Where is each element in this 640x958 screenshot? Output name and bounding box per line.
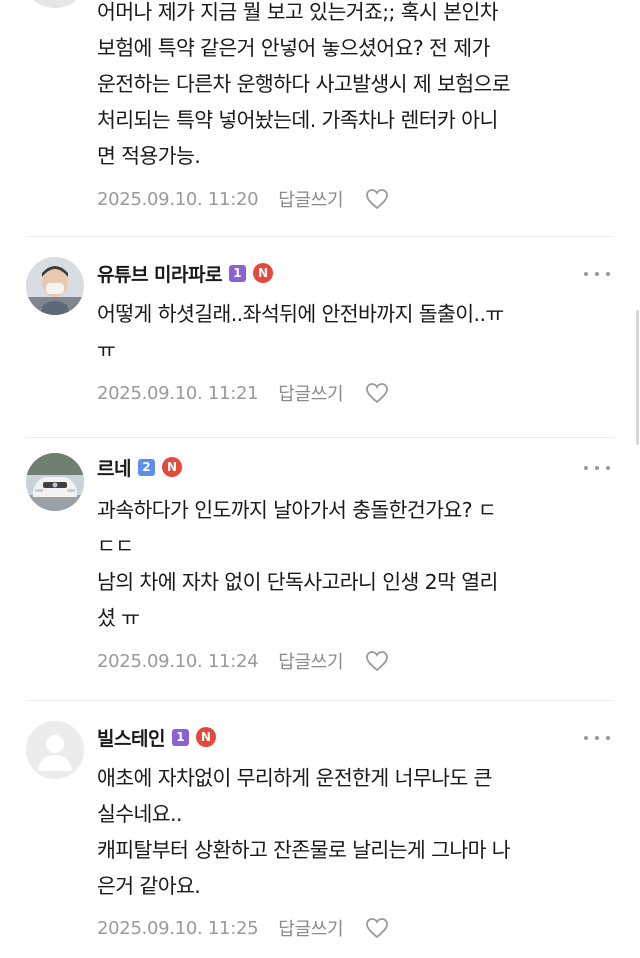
level-badge: 1 xyxy=(171,728,189,746)
comment-line: 보험에 특약 같은거 안넣어 놓으셨어요? 전 제가 xyxy=(97,36,490,60)
level-badge: 1 xyxy=(228,264,246,282)
comment-item: 르네 2 N 과속하다가 인도까지 날아가서 충돌한건가요? ㄷ ㄷㄷ 남의 차… xyxy=(0,437,640,700)
more-options-button[interactable] xyxy=(584,458,610,478)
author-name[interactable]: 르네 xyxy=(97,454,131,481)
dot xyxy=(606,466,610,470)
comment-meta: 2025.09.10. 11:25 답글쓰기 xyxy=(97,913,389,943)
heart-icon[interactable] xyxy=(365,188,389,210)
avatar[interactable] xyxy=(26,257,84,315)
n-badge: N xyxy=(195,727,216,747)
n-badge: N xyxy=(161,457,182,477)
avatar[interactable] xyxy=(26,453,84,511)
author-row: 빌스테인 1 N xyxy=(97,722,216,752)
dot xyxy=(606,272,610,276)
comment-line: 어머나 제가 지금 뭘 보고 있는거죠;; 혹시 본인차 xyxy=(97,0,499,24)
comment-date: 2025.09.10. 11:21 xyxy=(97,382,259,404)
dot xyxy=(584,736,588,740)
more-options-button[interactable] xyxy=(584,264,610,284)
comment-item: 어머나 제가 지금 뭘 보고 있는거죠;; 혹시 본인차 보험에 특약 같은거 … xyxy=(0,0,640,236)
comment-line: ㅠ xyxy=(97,338,116,362)
heart-icon[interactable] xyxy=(365,382,389,404)
comment-meta: 2025.09.10. 11:21 답글쓰기 xyxy=(97,378,389,408)
comment-text: 어떻게 하셧길래..좌석뒤에 안전바까지 돌출이..ㅠ ㅠ xyxy=(97,299,617,365)
profile-photo-icon xyxy=(26,453,84,511)
reply-button[interactable]: 답글쓰기 xyxy=(278,380,343,406)
n-badge: N xyxy=(252,263,273,283)
comment-text: 어머나 제가 지금 뭘 보고 있는거죠;; 혹시 본인차 보험에 특약 같은거 … xyxy=(97,0,617,171)
comment-line: 어떻게 하셧길래..좌석뒤에 안전바까지 돌출이..ㅠ xyxy=(97,302,504,326)
comment-item: 유튜브 미라파로 1 N 어떻게 하셧길래..좌석뒤에 안전바까지 돌출이..ㅠ… xyxy=(0,236,640,437)
comment-line: 처리되는 특약 넣어놨는데. 가족차나 렌터카 아니 xyxy=(97,108,498,132)
avatar[interactable] xyxy=(26,721,84,779)
default-avatar-icon xyxy=(26,721,84,779)
comment-line: 면 적용가능. xyxy=(97,144,201,168)
comment-text: 과속하다가 인도까지 날아가서 충돌한건가요? ㄷ ㄷㄷ 남의 차에 자차 없이… xyxy=(97,495,617,633)
reply-button[interactable]: 답글쓰기 xyxy=(278,915,343,941)
dot xyxy=(584,466,588,470)
reply-button[interactable]: 답글쓰기 xyxy=(278,186,343,212)
comment-line: 셨 ㅠ xyxy=(97,606,140,630)
profile-photo-icon xyxy=(26,257,84,315)
comment-item: 빌스테인 1 N 애초에 자차없이 무리하게 운전한게 너무나도 큰 실수네요.… xyxy=(0,700,640,958)
comment-meta: 2025.09.10. 11:24 답글쓰기 xyxy=(97,646,389,676)
more-options-button[interactable] xyxy=(584,728,610,748)
comment-text: 애초에 자차없이 무리하게 운전한게 너무나도 큰 실수네요.. 캐피탈부터 상… xyxy=(97,763,617,901)
comment-line: 과속하다가 인도까지 날아가서 충돌한건가요? ㄷ xyxy=(97,498,497,522)
dot xyxy=(595,736,599,740)
dot xyxy=(606,736,610,740)
comment-line: 애초에 자차없이 무리하게 운전한게 너무나도 큰 xyxy=(97,766,492,790)
dot xyxy=(595,272,599,276)
level-badge: 2 xyxy=(137,458,155,476)
avatar[interactable] xyxy=(26,0,84,8)
heart-icon[interactable] xyxy=(365,917,389,939)
scrollbar[interactable] xyxy=(636,310,639,445)
comment-line: 캐피탈부터 상환하고 잔존물로 날리는게 그나마 나 xyxy=(97,838,511,862)
comment-line: 남의 차에 자차 없이 단독사고라니 인생 2막 열리 xyxy=(97,570,498,594)
author-row: 유튜브 미라파로 1 N xyxy=(97,258,273,288)
comment-date: 2025.09.10. 11:24 xyxy=(97,650,259,672)
comment-line: ㄷㄷ xyxy=(97,534,134,558)
reply-button[interactable]: 답글쓰기 xyxy=(278,648,343,674)
comment-line: 은거 같아요. xyxy=(97,874,201,898)
heart-icon[interactable] xyxy=(365,650,389,672)
comment-meta: 2025.09.10. 11:20 답글쓰기 xyxy=(97,184,389,214)
author-row: 르네 2 N xyxy=(97,452,182,482)
author-name[interactable]: 유튜브 미라파로 xyxy=(97,260,222,287)
comment-date: 2025.09.10. 11:20 xyxy=(97,188,259,210)
author-name[interactable]: 빌스테인 xyxy=(97,724,165,751)
dot xyxy=(595,466,599,470)
comment-line: 운전하는 다른차 운행하다 사고발생시 제 보험으로 xyxy=(97,72,511,96)
comment-line: 실수네요.. xyxy=(97,802,182,826)
dot xyxy=(584,272,588,276)
comment-date: 2025.09.10. 11:25 xyxy=(97,917,259,939)
